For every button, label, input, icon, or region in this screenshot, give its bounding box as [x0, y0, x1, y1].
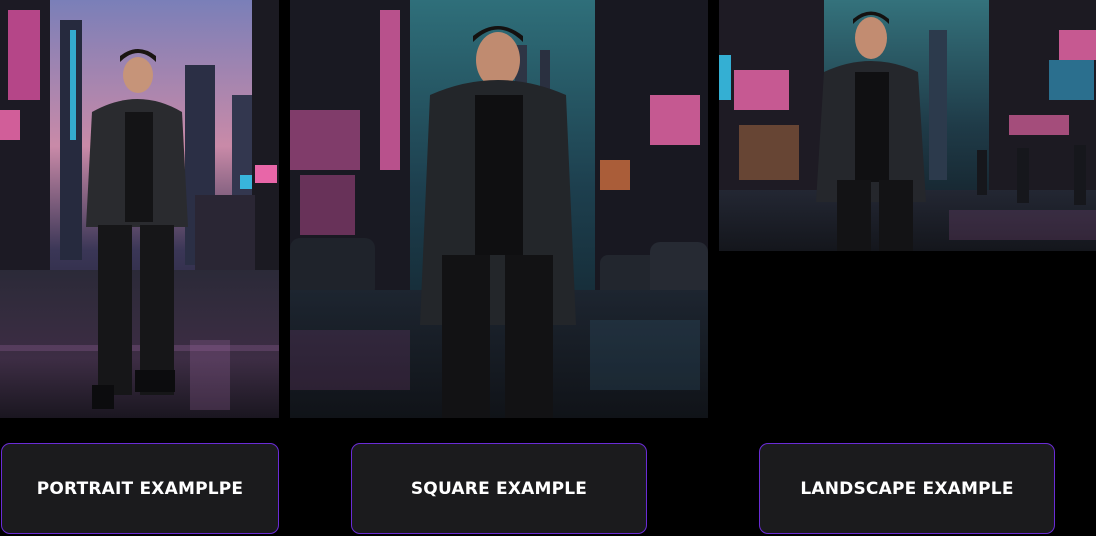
square-example-label: SQUARE EXAMPLE	[410, 478, 588, 499]
landscape-example-button[interactable]: LANDSCAPE EXAMPLE	[759, 443, 1055, 534]
landscape-example-image	[719, 0, 1096, 251]
portrait-cyberpunk-street-scene	[0, 0, 279, 418]
portrait-example-label: PORTRAIT EXAMPLPE	[36, 478, 244, 499]
square-example-image	[290, 0, 708, 418]
portrait-example-button[interactable]: PORTRAIT EXAMPLPE	[1, 443, 279, 534]
portrait-example-image	[0, 0, 279, 418]
landscape-example-label: LANDSCAPE EXAMPLE	[800, 478, 1014, 499]
square-cyberpunk-street-scene	[290, 0, 708, 418]
square-example-button[interactable]: SQUARE EXAMPLE	[351, 443, 647, 534]
landscape-cyberpunk-street-scene	[719, 0, 1096, 251]
